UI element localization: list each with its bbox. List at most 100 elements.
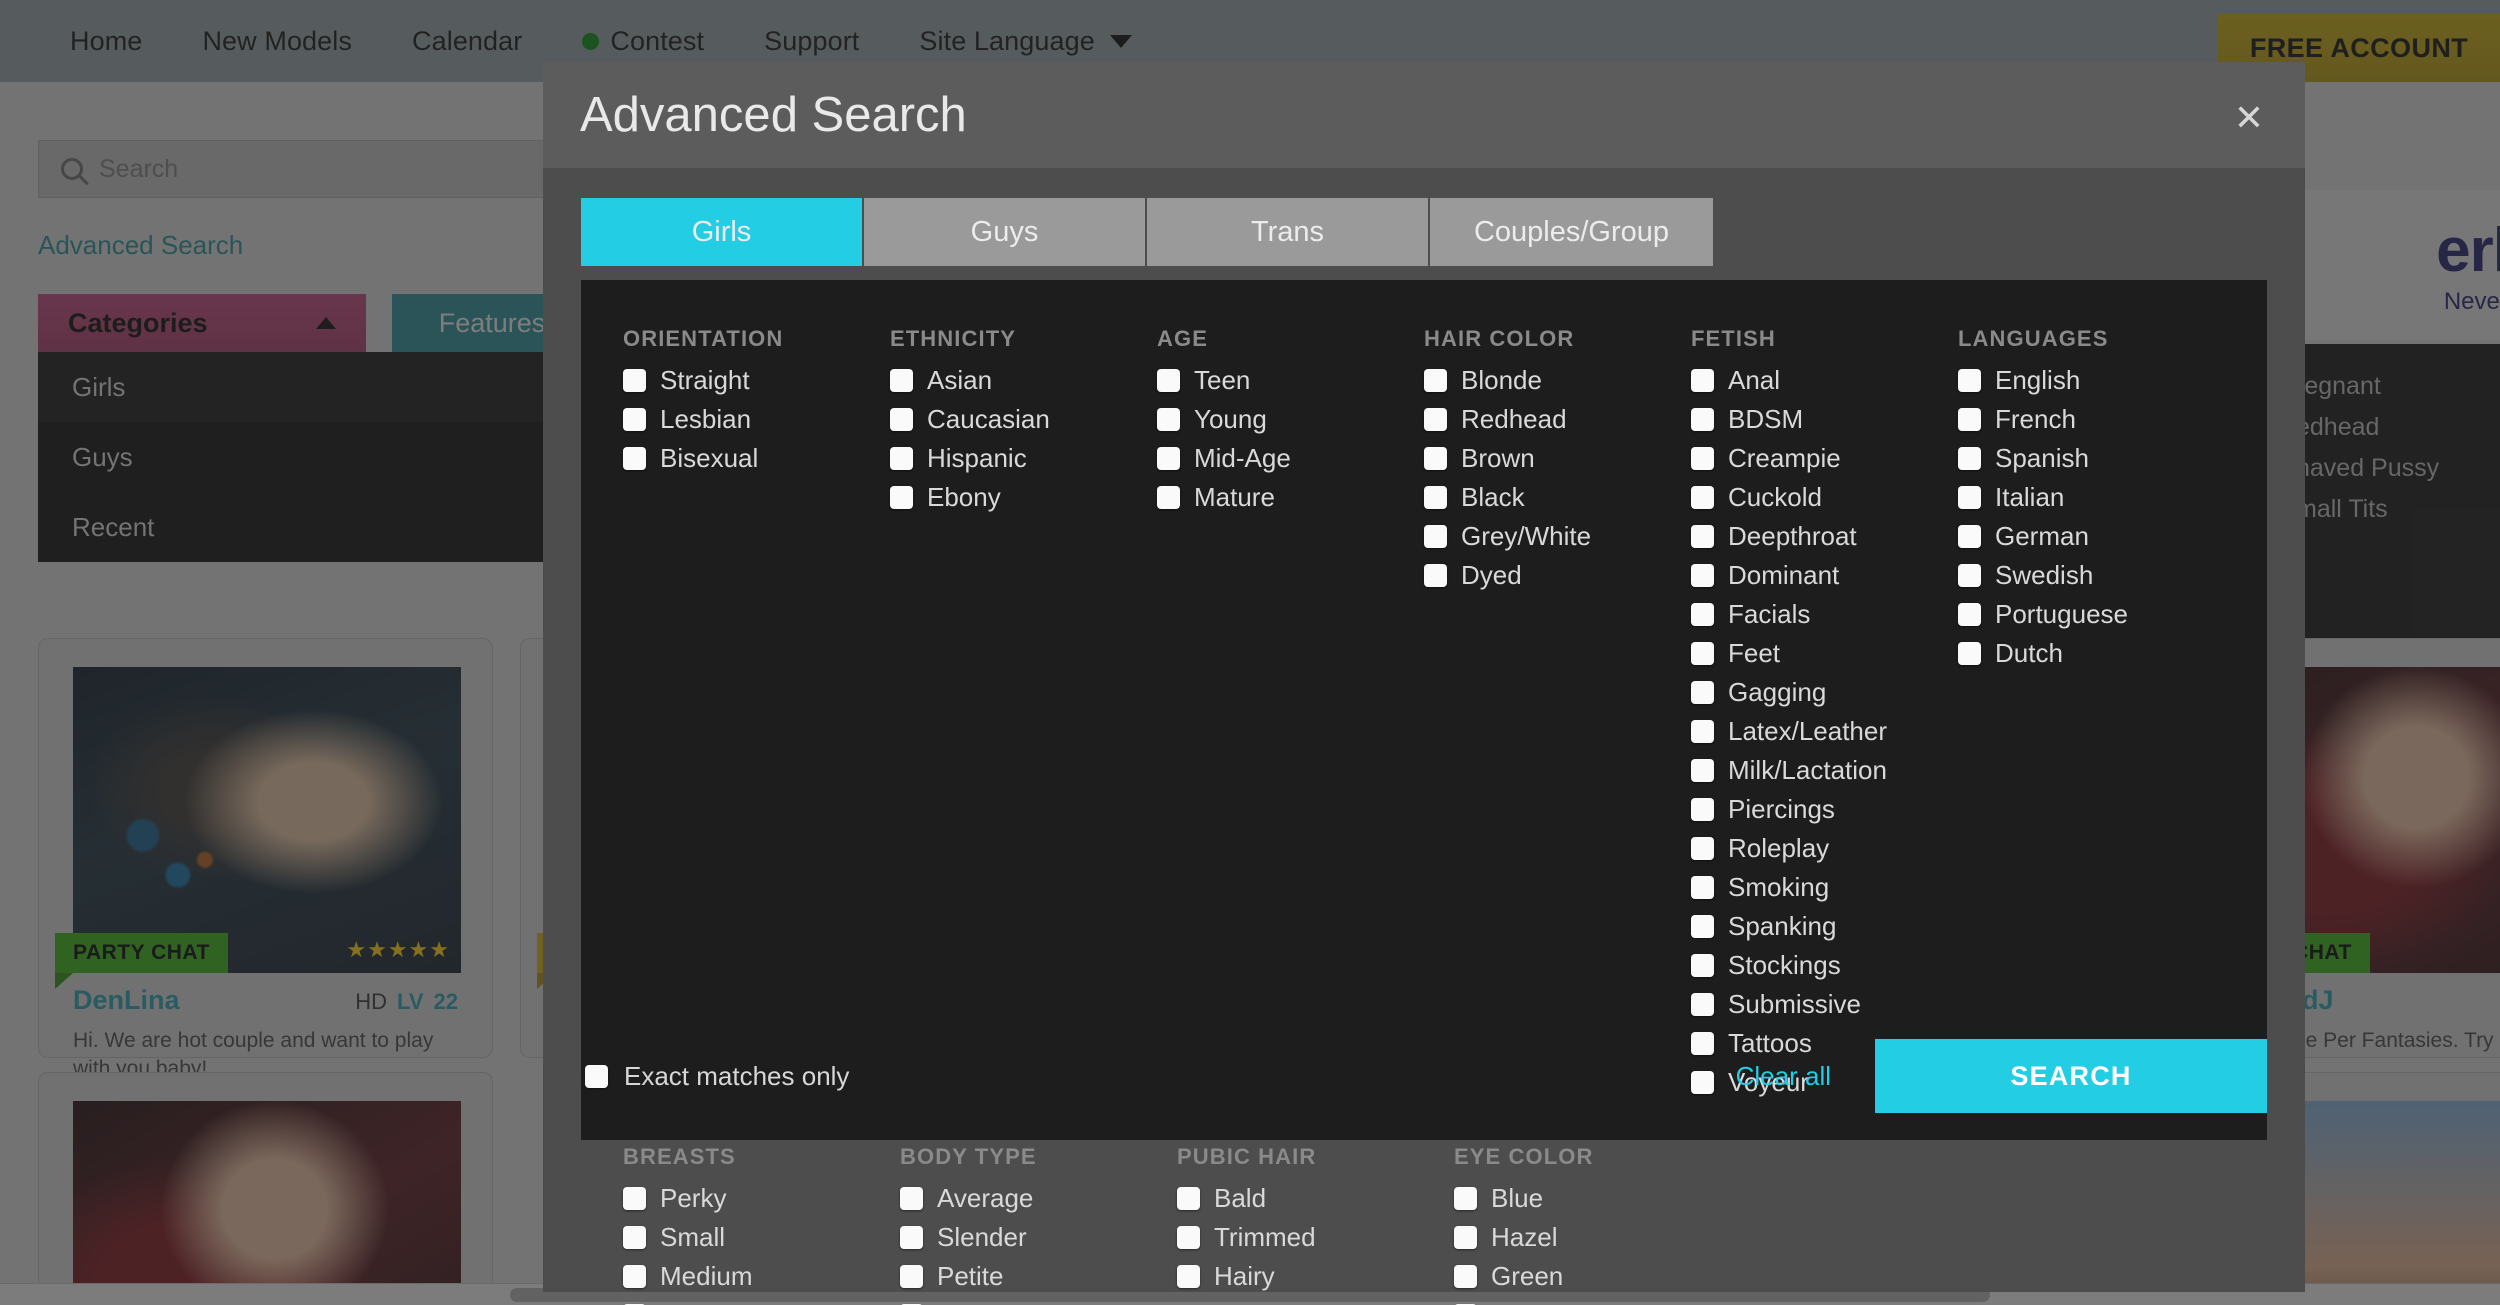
checkbox-box[interactable] [1424, 408, 1447, 431]
checkbox-box[interactable] [1157, 408, 1180, 431]
checkbox-perky[interactable]: Perky [623, 1179, 900, 1218]
checkbox-french[interactable]: French [1958, 400, 2225, 439]
checkbox-portuguese[interactable]: Portuguese [1958, 595, 2225, 634]
checkbox-piercings[interactable]: Piercings [1691, 790, 1958, 829]
checkbox-box[interactable] [1691, 408, 1714, 431]
checkbox-box[interactable] [900, 1226, 923, 1249]
checkbox-caucasian[interactable]: Caucasian [890, 400, 1157, 439]
checkbox-deepthroat[interactable]: Deepthroat [1691, 517, 1958, 556]
checkbox-trimmed[interactable]: Trimmed [1177, 1218, 1454, 1257]
checkbox-box[interactable] [1691, 603, 1714, 626]
checkbox-box[interactable] [1691, 876, 1714, 899]
checkbox-box[interactable] [1424, 525, 1447, 548]
checkbox-blue[interactable]: Blue [1454, 1179, 1731, 1218]
checkbox-box[interactable] [1691, 564, 1714, 587]
checkbox-box[interactable] [1691, 642, 1714, 665]
tab-trans[interactable]: Trans [1147, 198, 1430, 266]
checkbox-small[interactable]: Small [623, 1218, 900, 1257]
checkbox-box[interactable] [1454, 1187, 1477, 1210]
checkbox-anal[interactable]: Anal [1691, 361, 1958, 400]
checkbox-box[interactable] [1958, 525, 1981, 548]
checkbox-box[interactable] [1958, 603, 1981, 626]
checkbox-dyed[interactable]: Dyed [1424, 556, 1691, 595]
checkbox-box[interactable] [890, 486, 913, 509]
checkbox-box[interactable] [1177, 1226, 1200, 1249]
checkbox-athletic[interactable]: Athletic [900, 1296, 1177, 1305]
exact-matches-checkbox[interactable]: Exact matches only [581, 1061, 849, 1092]
checkbox-swedish[interactable]: Swedish [1958, 556, 2225, 595]
checkbox-box[interactable] [900, 1187, 923, 1210]
checkbox-english[interactable]: English [1958, 361, 2225, 400]
checkbox-brown[interactable]: Brown [1424, 439, 1691, 478]
checkbox-mature[interactable]: Mature [1157, 478, 1424, 517]
checkbox-gagging[interactable]: Gagging [1691, 673, 1958, 712]
checkbox-box[interactable] [1157, 486, 1180, 509]
checkbox-latex-leather[interactable]: Latex/Leather [1691, 712, 1958, 751]
checkbox-grey-white[interactable]: Grey/White [1424, 517, 1691, 556]
checkbox-box[interactable] [1958, 447, 1981, 470]
checkbox-average[interactable]: Average [900, 1179, 1177, 1218]
checkbox-spanking[interactable]: Spanking [1691, 907, 1958, 946]
checkbox-green[interactable]: Green [1454, 1257, 1731, 1296]
checkbox-redhead[interactable]: Redhead [1424, 400, 1691, 439]
checkbox-box[interactable] [1157, 447, 1180, 470]
checkbox-facials[interactable]: Facials [1691, 595, 1958, 634]
checkbox-box[interactable] [1424, 564, 1447, 587]
checkbox-teen[interactable]: Teen [1157, 361, 1424, 400]
checkbox-cuckold[interactable]: Cuckold [1691, 478, 1958, 517]
checkbox-box[interactable] [623, 408, 646, 431]
checkbox-box[interactable] [1157, 369, 1180, 392]
checkbox-box[interactable] [1958, 564, 1981, 587]
checkbox-box[interactable] [623, 447, 646, 470]
checkbox-box[interactable] [1691, 525, 1714, 548]
checkbox-box[interactable] [1177, 1265, 1200, 1288]
checkbox-box[interactable] [1691, 486, 1714, 509]
checkbox-box[interactable] [1454, 1265, 1477, 1288]
checkbox-box[interactable] [1424, 486, 1447, 509]
checkbox-stockings[interactable]: Stockings [1691, 946, 1958, 985]
checkbox-box[interactable] [1691, 369, 1714, 392]
checkbox-roleplay[interactable]: Roleplay [1691, 829, 1958, 868]
checkbox-box[interactable] [1177, 1187, 1200, 1210]
checkbox-lesbian[interactable]: Lesbian [623, 400, 890, 439]
checkbox-bdsm[interactable]: BDSM [1691, 400, 1958, 439]
checkbox-box[interactable] [623, 369, 646, 392]
checkbox-box[interactable] [1424, 447, 1447, 470]
checkbox-box[interactable] [623, 1226, 646, 1249]
checkbox-box[interactable] [1424, 369, 1447, 392]
checkbox-hazel[interactable]: Hazel [1454, 1218, 1731, 1257]
checkbox-hairy[interactable]: Hairy [1177, 1257, 1454, 1296]
checkbox-ebony[interactable]: Ebony [890, 478, 1157, 517]
checkbox-box[interactable] [1691, 954, 1714, 977]
tab-couples-group[interactable]: Couples/Group [1430, 198, 1713, 266]
checkbox-box[interactable] [623, 1265, 646, 1288]
checkbox-box[interactable] [890, 447, 913, 470]
checkbox-box[interactable] [1958, 486, 1981, 509]
checkbox-box[interactable] [890, 369, 913, 392]
checkbox-box[interactable] [1691, 837, 1714, 860]
checkbox-blonde[interactable]: Blonde [1424, 361, 1691, 400]
checkbox-straight[interactable]: Straight [623, 361, 890, 400]
checkbox-young[interactable]: Young [1157, 400, 1424, 439]
checkbox-medium[interactable]: Medium [623, 1257, 900, 1296]
checkbox-italian[interactable]: Italian [1958, 478, 2225, 517]
checkbox-box[interactable] [623, 1187, 646, 1210]
checkbox-large[interactable]: Large [623, 1296, 900, 1305]
checkbox-grey[interactable]: Grey [1454, 1296, 1731, 1305]
checkbox-bald[interactable]: Bald [1177, 1179, 1454, 1218]
checkbox-box[interactable] [1454, 1226, 1477, 1249]
checkbox-feet[interactable]: Feet [1691, 634, 1958, 673]
checkbox-box[interactable] [1691, 720, 1714, 743]
checkbox-asian[interactable]: Asian [890, 361, 1157, 400]
checkbox-box[interactable] [1958, 369, 1981, 392]
checkbox-spanish[interactable]: Spanish [1958, 439, 2225, 478]
checkbox-milk-lactation[interactable]: Milk/Lactation [1691, 751, 1958, 790]
tab-guys[interactable]: Guys [864, 198, 1147, 266]
checkbox-box[interactable] [1691, 447, 1714, 470]
checkbox-box[interactable] [900, 1265, 923, 1288]
checkbox-creampie[interactable]: Creampie [1691, 439, 1958, 478]
tab-girls[interactable]: Girls [581, 198, 864, 266]
checkbox-black[interactable]: Black [1424, 478, 1691, 517]
checkbox-bisexual[interactable]: Bisexual [623, 439, 890, 478]
clear-all-button[interactable]: Clear all [1736, 1061, 1831, 1092]
